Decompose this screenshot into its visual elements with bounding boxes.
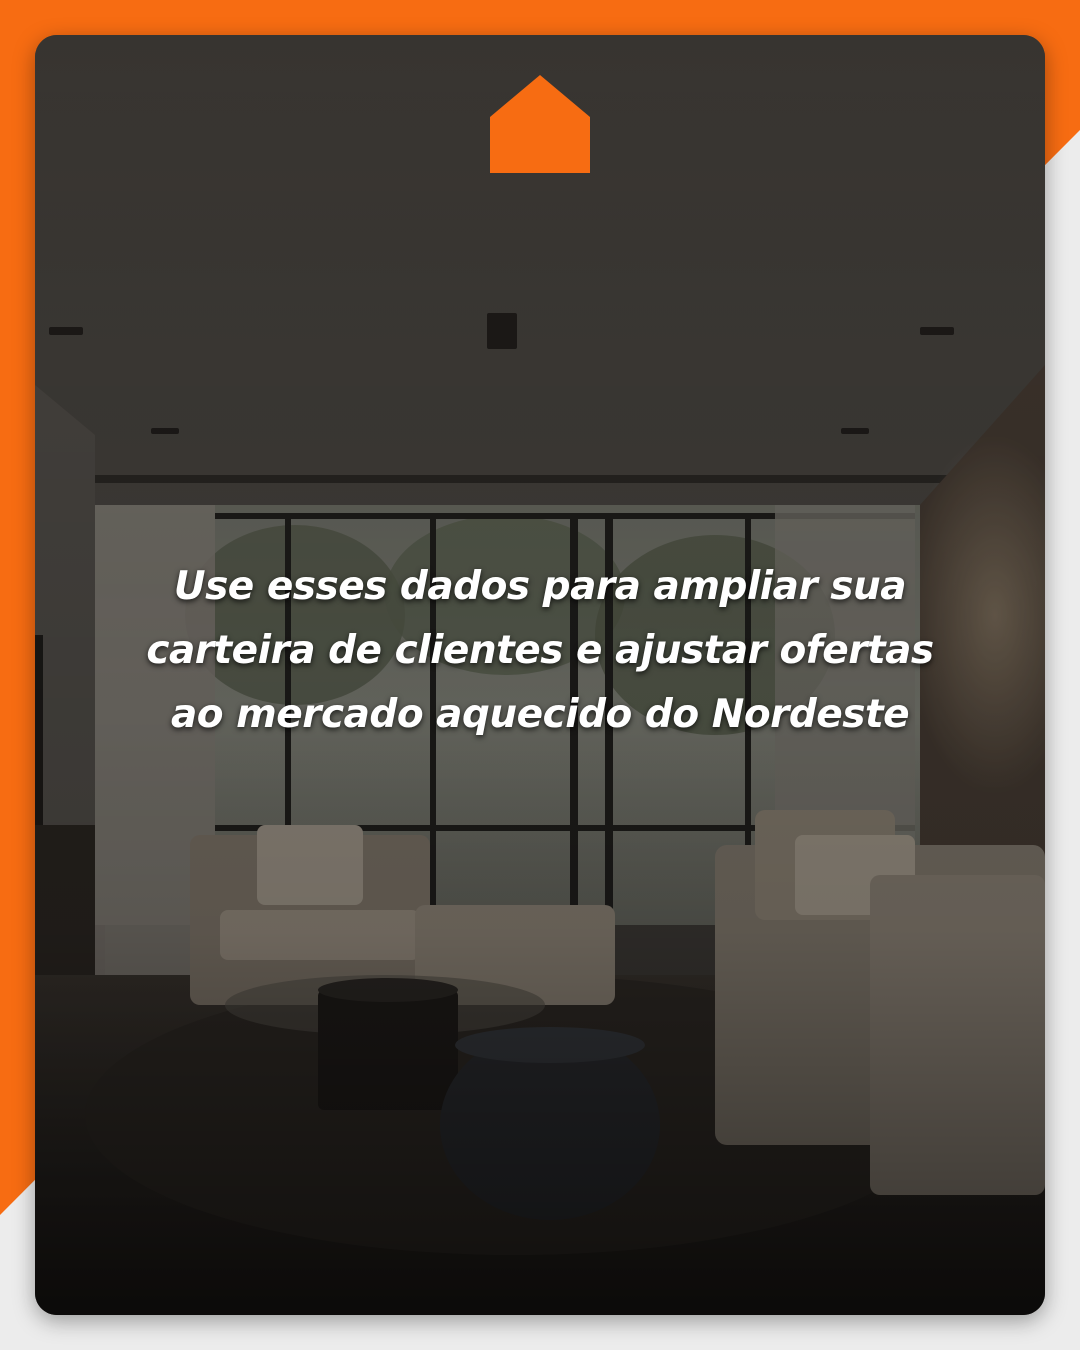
caption-text: Use esses dados para ampliar sua carteir…	[146, 564, 934, 737]
house-icon	[490, 75, 590, 173]
post-card: Use esses dados para ampliar sua carteir…	[35, 35, 1045, 1315]
